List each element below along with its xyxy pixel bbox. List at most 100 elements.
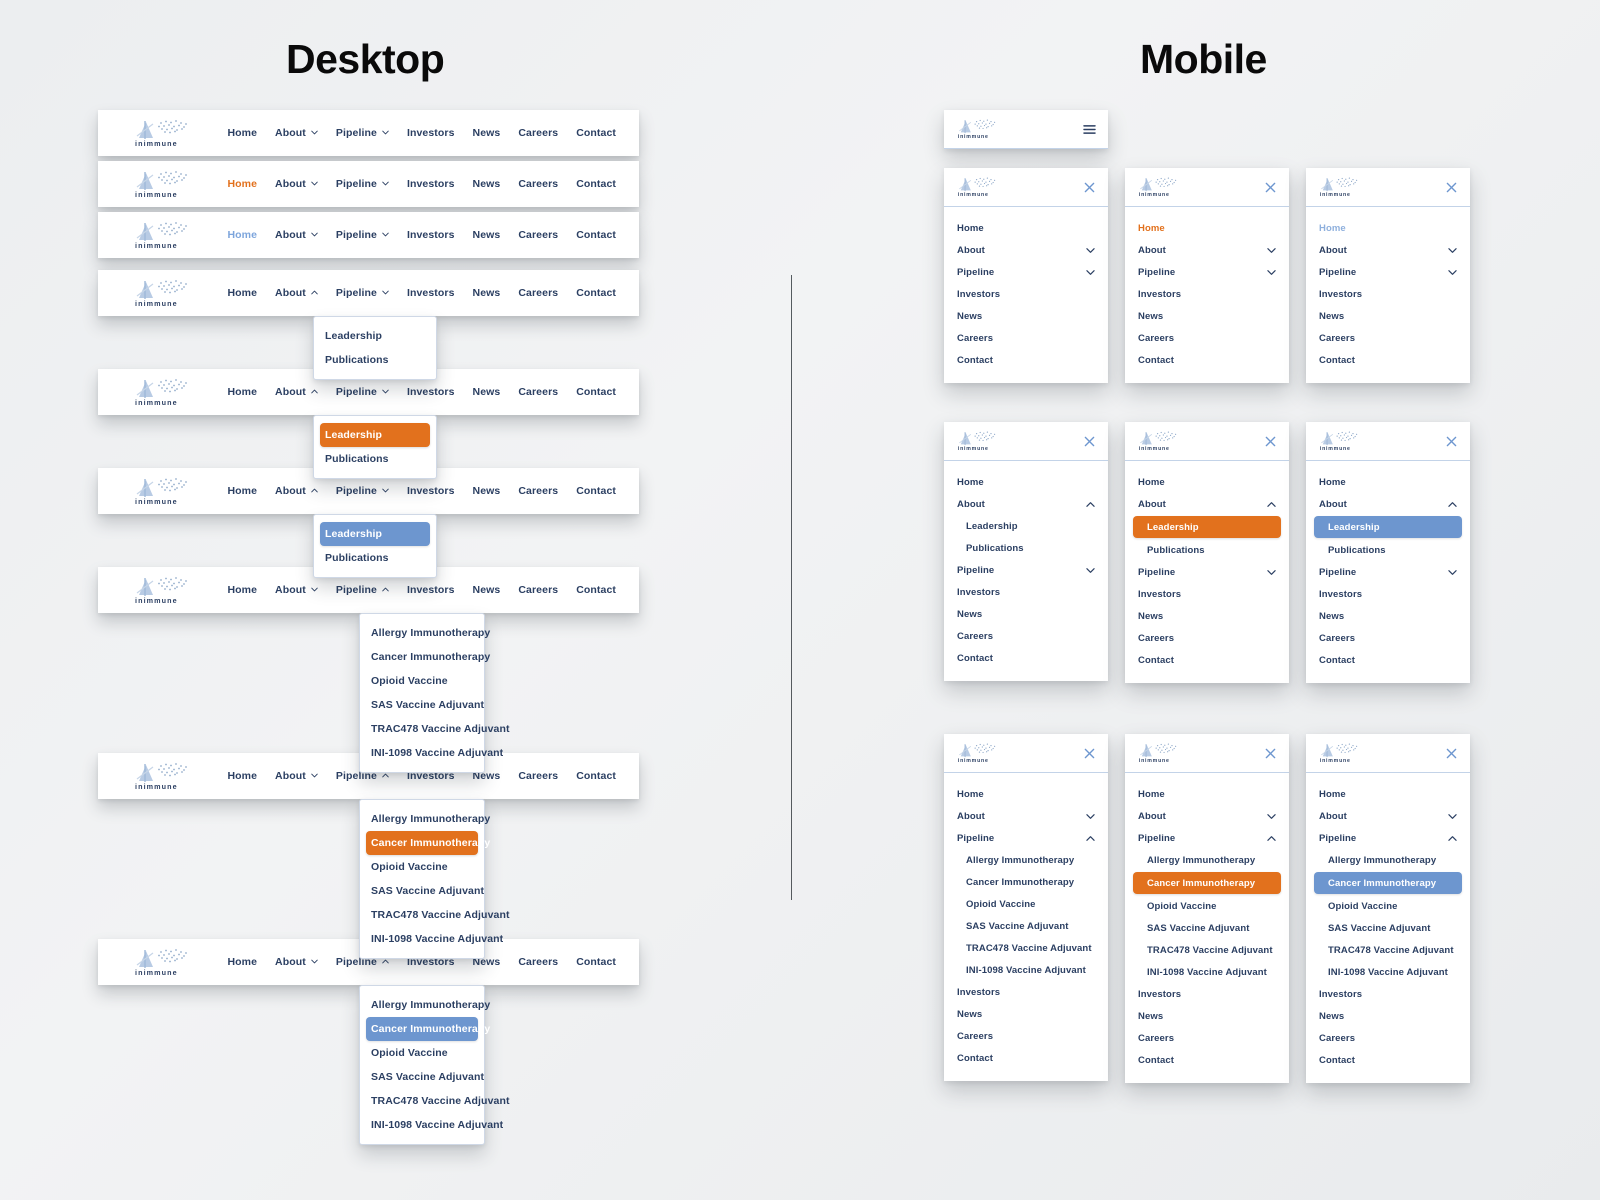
mobile-nav-item-about[interactable]: About xyxy=(944,805,1108,827)
mobile-subnav-item[interactable]: TRAC478 Vaccine Adjuvant xyxy=(1125,939,1289,961)
mobile-nav-item-home[interactable]: Home xyxy=(944,471,1108,493)
dropdown-item[interactable]: Cancer Immunotherapy xyxy=(366,1017,490,1041)
nav-link-careers[interactable]: Careers xyxy=(509,386,567,398)
mobile-subnav-item[interactable]: INI-1098 Vaccine Adjuvant xyxy=(1306,961,1470,983)
dropdown-item[interactable]: Leadership xyxy=(320,522,430,546)
mobile-nav-item-investors[interactable]: Investors xyxy=(944,581,1108,603)
mobile-logo[interactable]: inimmune xyxy=(1317,430,1362,452)
mobile-subnav-item[interactable]: INI-1098 Vaccine Adjuvant xyxy=(1125,961,1289,983)
mobile-nav-item-news[interactable]: News xyxy=(1306,605,1470,627)
mobile-nav-item-careers[interactable]: Careers xyxy=(1306,327,1470,349)
inimmune-logo[interactable]: inimmune xyxy=(131,118,193,148)
nav-link-pipeline[interactable]: Pipeline xyxy=(327,229,398,241)
mobile-nav-item-contact[interactable]: Contact xyxy=(1306,349,1470,371)
nav-link-news[interactable]: News xyxy=(464,127,510,139)
mobile-nav-item-contact[interactable]: Contact xyxy=(1125,1049,1289,1071)
mobile-subnav-item[interactable]: Cancer Immunotherapy xyxy=(1133,872,1281,894)
mobile-nav-item-careers[interactable]: Careers xyxy=(944,327,1108,349)
nav-link-home[interactable]: Home xyxy=(218,178,266,190)
close-icon[interactable] xyxy=(1444,180,1459,195)
mobile-nav-item-pipeline[interactable]: Pipeline xyxy=(944,261,1108,283)
close-icon[interactable] xyxy=(1444,434,1459,449)
mobile-logo[interactable]: inimmune xyxy=(1317,176,1362,198)
mobile-nav-item-investors[interactable]: Investors xyxy=(1125,983,1289,1005)
inimmune-logo[interactable]: inimmune xyxy=(131,761,193,791)
mobile-nav-item-about[interactable]: About xyxy=(1306,805,1470,827)
nav-link-careers[interactable]: Careers xyxy=(509,956,567,968)
mobile-nav-item-home[interactable]: Home xyxy=(1306,783,1470,805)
mobile-nav-item-pipeline[interactable]: Pipeline xyxy=(944,827,1108,849)
dropdown-item[interactable]: Publications xyxy=(314,546,436,570)
nav-link-home[interactable]: Home xyxy=(218,287,266,299)
nav-link-about[interactable]: About xyxy=(266,229,327,241)
mobile-nav-item-news[interactable]: News xyxy=(944,305,1108,327)
dropdown-item[interactable]: SAS Vaccine Adjuvant xyxy=(360,693,484,717)
mobile-nav-item-careers[interactable]: Careers xyxy=(1306,1027,1470,1049)
nav-link-home[interactable]: Home xyxy=(218,584,266,596)
mobile-subnav-item[interactable]: Opioid Vaccine xyxy=(1306,895,1470,917)
mobile-logo[interactable]: inimmune xyxy=(955,176,1000,198)
nav-link-investors[interactable]: Investors xyxy=(398,127,464,139)
close-icon[interactable] xyxy=(1263,434,1278,449)
mobile-nav-item-about[interactable]: About xyxy=(944,239,1108,261)
nav-link-home[interactable]: Home xyxy=(218,127,266,139)
nav-link-about[interactable]: About xyxy=(266,956,327,968)
mobile-logo[interactable]: inimmune xyxy=(1136,742,1181,764)
mobile-nav-item-contact[interactable]: Contact xyxy=(1125,349,1289,371)
dropdown-item[interactable]: TRAC478 Vaccine Adjuvant xyxy=(360,1089,509,1113)
nav-link-home[interactable]: Home xyxy=(218,770,266,782)
dropdown-item[interactable]: SAS Vaccine Adjuvant xyxy=(360,879,484,903)
nav-link-home[interactable]: Home xyxy=(218,485,266,497)
mobile-nav-item-news[interactable]: News xyxy=(1306,1005,1470,1027)
dropdown-item[interactable]: INI-1098 Vaccine Adjuvant xyxy=(360,741,503,765)
mobile-nav-item-careers[interactable]: Careers xyxy=(944,625,1108,647)
mobile-nav-item-investors[interactable]: Investors xyxy=(1125,583,1289,605)
navbar-logo[interactable]: inimmune xyxy=(131,220,193,250)
nav-link-pipeline[interactable]: Pipeline xyxy=(327,485,398,497)
mobile-nav-item-about[interactable]: About xyxy=(1125,805,1289,827)
mobile-nav-item-news[interactable]: News xyxy=(1306,305,1470,327)
mobile-nav-item-home[interactable]: Home xyxy=(944,783,1108,805)
nav-link-contact[interactable]: Contact xyxy=(567,770,625,782)
inimmune-logo[interactable]: inimmune xyxy=(131,476,193,506)
mobile-subnav-item[interactable]: Leadership xyxy=(1133,516,1281,538)
close-icon[interactable] xyxy=(1263,746,1278,761)
nav-link-about[interactable]: About xyxy=(266,386,327,398)
mobile-subnav-item[interactable]: Cancer Immunotherapy xyxy=(944,871,1108,893)
nav-link-home[interactable]: Home xyxy=(218,956,266,968)
mobile-nav-item-home[interactable]: Home xyxy=(1125,783,1289,805)
nav-link-about[interactable]: About xyxy=(266,127,327,139)
mobile-nav-item-home[interactable]: Home xyxy=(1306,471,1470,493)
mobile-subnav-item[interactable]: Allergy Immunotherapy xyxy=(944,849,1108,871)
mobile-nav-item-news[interactable]: News xyxy=(1125,605,1289,627)
inimmune-logo[interactable]: inimmune xyxy=(131,377,193,407)
nav-link-careers[interactable]: Careers xyxy=(509,127,567,139)
nav-link-news[interactable]: News xyxy=(464,485,510,497)
nav-link-investors[interactable]: Investors xyxy=(398,485,464,497)
close-icon[interactable] xyxy=(1082,746,1097,761)
dropdown-item[interactable]: Allergy Immunotherapy xyxy=(360,621,490,645)
mobile-logo[interactable]: inimmune xyxy=(955,430,1000,452)
mobile-nav-item-investors[interactable]: Investors xyxy=(1306,283,1470,305)
mobile-subnav-item[interactable]: Opioid Vaccine xyxy=(1125,895,1289,917)
nav-link-news[interactable]: News xyxy=(464,386,510,398)
mobile-nav-item-contact[interactable]: Contact xyxy=(1306,649,1470,671)
mobile-nav-item-home[interactable]: Home xyxy=(1125,471,1289,493)
inimmune-logo[interactable]: inimmune xyxy=(1136,742,1181,764)
dropdown-item[interactable]: TRAC478 Vaccine Adjuvant xyxy=(360,903,509,927)
navbar-logo[interactable]: inimmune xyxy=(131,476,193,506)
navbar-logo[interactable]: inimmune xyxy=(131,575,193,605)
nav-link-investors[interactable]: Investors xyxy=(398,386,464,398)
mobile-nav-item-careers[interactable]: Careers xyxy=(1125,327,1289,349)
mobile-subnav-item[interactable]: SAS Vaccine Adjuvant xyxy=(944,915,1108,937)
dropdown-item[interactable]: Cancer Immunotherapy xyxy=(360,645,490,669)
close-icon[interactable] xyxy=(1082,180,1097,195)
dropdown-item[interactable]: Publications xyxy=(314,348,436,372)
nav-link-about[interactable]: About xyxy=(266,584,327,596)
mobile-subnav-item[interactable]: Leadership xyxy=(1314,516,1462,538)
mobile-nav-item-pipeline[interactable]: Pipeline xyxy=(1306,827,1470,849)
mobile-nav-item-contact[interactable]: Contact xyxy=(944,647,1108,669)
nav-link-investors[interactable]: Investors xyxy=(398,229,464,241)
mobile-nav-item-news[interactable]: News xyxy=(1125,305,1289,327)
mobile-subnav-item[interactable]: Cancer Immunotherapy xyxy=(1314,872,1462,894)
